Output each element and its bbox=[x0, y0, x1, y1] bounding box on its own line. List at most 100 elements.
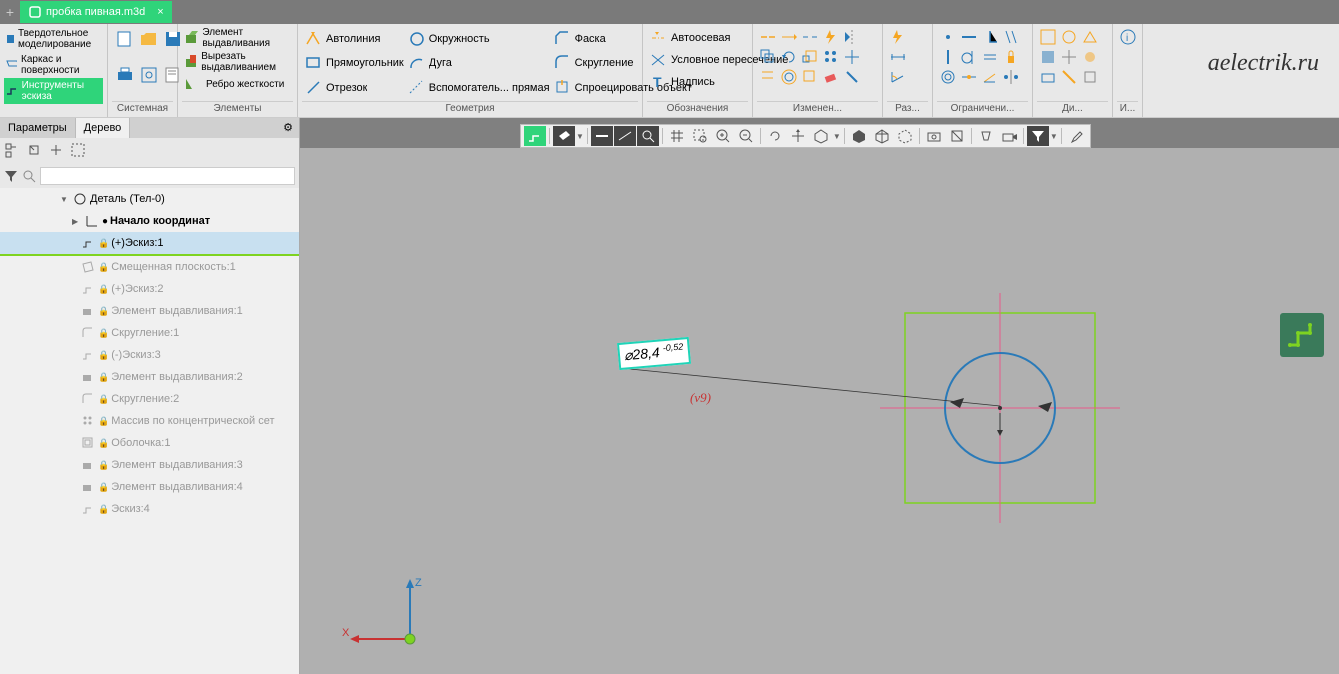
eyedropper-button[interactable] bbox=[1065, 126, 1087, 146]
break-icon[interactable] bbox=[801, 28, 819, 46]
diag5-icon[interactable] bbox=[1060, 48, 1078, 66]
extend-icon[interactable] bbox=[780, 28, 798, 46]
new-tab-button[interactable]: + bbox=[2, 4, 18, 20]
autoline-button[interactable]: Автолиния bbox=[304, 28, 405, 50]
symmetric-icon[interactable] bbox=[1002, 68, 1020, 86]
pan-button[interactable] bbox=[787, 126, 809, 146]
tree-extrude3[interactable]: 🔒Элемент выдавливания:3 bbox=[0, 454, 299, 476]
mode-sketch[interactable]: Инструменты эскиза bbox=[4, 78, 103, 104]
arc-button[interactable]: Дуга bbox=[407, 52, 551, 74]
expand-icon[interactable] bbox=[26, 142, 44, 160]
diag9-icon[interactable] bbox=[1081, 68, 1099, 86]
dash-style-button[interactable] bbox=[614, 126, 636, 146]
move-icon[interactable] bbox=[843, 48, 861, 66]
grid-button[interactable] bbox=[666, 126, 688, 146]
rotate-view-button[interactable] bbox=[764, 126, 786, 146]
dim-lightning-icon[interactable] bbox=[889, 28, 907, 46]
params-tab[interactable]: Параметры bbox=[0, 118, 76, 138]
array-icon[interactable] bbox=[822, 48, 840, 66]
zoom-out-button[interactable] bbox=[735, 126, 757, 146]
linear-dim-icon[interactable] bbox=[889, 48, 907, 66]
tree-view-icon[interactable] bbox=[4, 142, 22, 160]
filter-button[interactable] bbox=[1027, 126, 1049, 146]
rect-button[interactable]: Прямоугольник bbox=[304, 52, 405, 74]
tree-plane1[interactable]: 🔒Смещенная плоскость:1 bbox=[0, 256, 299, 278]
viewport[interactable]: ⌀28,4 -0,52 (v9) Z X bbox=[300, 148, 1339, 674]
offset-icon[interactable] bbox=[759, 68, 777, 86]
info-icon[interactable]: i bbox=[1119, 28, 1137, 46]
section-button[interactable] bbox=[946, 126, 968, 146]
angle-dim-icon[interactable] bbox=[889, 68, 907, 86]
tab-close-button[interactable]: × bbox=[157, 6, 163, 18]
collapse-icon[interactable] bbox=[48, 142, 66, 160]
transform-icon[interactable] bbox=[801, 68, 819, 86]
perspective-button[interactable] bbox=[975, 126, 997, 146]
erase-icon[interactable] bbox=[822, 68, 840, 86]
trim-icon[interactable] bbox=[759, 28, 777, 46]
tool-icon[interactable] bbox=[843, 68, 861, 86]
tree-fillet1[interactable]: 🔒Скругление:1 bbox=[0, 322, 299, 344]
circle-button[interactable]: Окружность bbox=[407, 28, 551, 50]
concentric-icon[interactable] bbox=[939, 68, 957, 86]
tree-shell[interactable]: 🔒Оболочка:1 bbox=[0, 432, 299, 454]
mirror-icon[interactable] bbox=[843, 28, 861, 46]
diag8-icon[interactable] bbox=[1060, 68, 1078, 86]
tree-fillet2[interactable]: 🔒Скругление:2 bbox=[0, 388, 299, 410]
erase-button[interactable] bbox=[553, 126, 575, 146]
diag4-icon[interactable] bbox=[1039, 48, 1057, 66]
preview-icon[interactable] bbox=[140, 66, 158, 84]
coincident-icon[interactable] bbox=[939, 28, 957, 46]
mode-wireframe[interactable]: Каркас и поверхности bbox=[4, 52, 103, 78]
camera-button[interactable] bbox=[998, 126, 1020, 146]
aux-button[interactable]: Вспомогатель... прямая bbox=[407, 77, 551, 99]
segment-button[interactable]: Отрезок bbox=[304, 77, 405, 99]
angle-constr-icon[interactable] bbox=[981, 68, 999, 86]
search-input[interactable] bbox=[40, 167, 295, 185]
filter-icon[interactable] bbox=[4, 169, 18, 183]
diag3-icon[interactable] bbox=[1081, 28, 1099, 46]
zoom-window-button[interactable] bbox=[689, 126, 711, 146]
diag6-icon[interactable] bbox=[1081, 48, 1099, 66]
fix-icon[interactable] bbox=[1002, 48, 1020, 66]
line-style-button[interactable] bbox=[591, 126, 613, 146]
hidden-lines-button[interactable] bbox=[894, 126, 916, 146]
photo-button[interactable] bbox=[923, 126, 945, 146]
shaded-button[interactable] bbox=[848, 126, 870, 146]
perpendicular-icon[interactable] bbox=[981, 28, 999, 46]
equidist-icon[interactable] bbox=[780, 68, 798, 86]
tree-tab[interactable]: Дерево bbox=[76, 118, 131, 138]
rib-button[interactable]: Ребро жесткости bbox=[182, 74, 293, 94]
open-icon[interactable] bbox=[140, 30, 158, 48]
sketch-mode-badge[interactable] bbox=[1280, 313, 1324, 357]
diag2-icon[interactable] bbox=[1060, 28, 1078, 46]
copy-icon[interactable] bbox=[759, 48, 777, 66]
tree-extrude1[interactable]: 🔒Элемент выдавливания:1 bbox=[0, 300, 299, 322]
document-tab[interactable]: пробка пивная.m3d × bbox=[20, 1, 172, 23]
tree-pattern[interactable]: 🔒Массив по концентрической сет bbox=[0, 410, 299, 432]
tree-sketch2[interactable]: 🔒(+)Эскиз:2 bbox=[0, 278, 299, 300]
magnify-button[interactable] bbox=[637, 126, 659, 146]
tangent-icon[interactable] bbox=[960, 48, 978, 66]
extrude-button[interactable]: Элемент выдавливания bbox=[182, 26, 293, 50]
horizontal-icon[interactable] bbox=[960, 28, 978, 46]
scale-icon[interactable] bbox=[801, 48, 819, 66]
rotate-icon[interactable] bbox=[780, 48, 798, 66]
tree-extrude2[interactable]: 🔒Элемент выдавливания:2 bbox=[0, 366, 299, 388]
cut-button[interactable]: Вырезать выдавливанием bbox=[182, 50, 293, 74]
tree-sketch1[interactable]: 🔒(+)Эскиз:1 bbox=[0, 232, 299, 256]
diag7-icon[interactable] bbox=[1039, 68, 1057, 86]
vertical-icon[interactable] bbox=[939, 48, 957, 66]
parallel-icon[interactable] bbox=[1002, 28, 1020, 46]
select-area-icon[interactable] bbox=[70, 142, 88, 160]
tree-root[interactable]: ▼ Деталь (Тел-0) bbox=[0, 188, 299, 210]
print-icon[interactable] bbox=[116, 66, 134, 84]
zoom-in-button[interactable] bbox=[712, 126, 734, 146]
tree-sketch4[interactable]: 🔒Эскиз:4 bbox=[0, 498, 299, 520]
midpoint-icon[interactable] bbox=[960, 68, 978, 86]
lightning-icon[interactable] bbox=[822, 28, 840, 46]
tree-extrude4[interactable]: 🔒Элемент выдавливания:4 bbox=[0, 476, 299, 498]
orientation-button[interactable] bbox=[810, 126, 832, 146]
diag1-icon[interactable] bbox=[1039, 28, 1057, 46]
sketch-mode-button[interactable] bbox=[524, 126, 546, 146]
equal-icon[interactable] bbox=[981, 48, 999, 66]
